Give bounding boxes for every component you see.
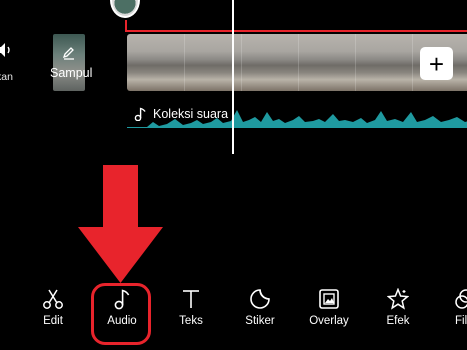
audio-track-label: Koleksi suara [153, 107, 229, 121]
plus-icon: + [428, 48, 445, 79]
overlay-icon [319, 289, 339, 309]
text-icon [183, 290, 199, 308]
tool-filter-label: Fil [455, 315, 467, 327]
cover-thumbnail[interactable] [53, 34, 85, 91]
tool-sticker[interactable]: Stiker [230, 288, 290, 327]
tool-effect-label: Efek [386, 315, 410, 327]
tool-text[interactable]: Teks [161, 288, 221, 327]
annotation-arrow [78, 165, 163, 283]
scissors-icon [43, 289, 63, 309]
star-effect-icon [387, 288, 409, 310]
tool-sticker-label: Stiker [245, 315, 275, 327]
sticker-icon [250, 289, 270, 309]
tool-audio-label: Audio [107, 315, 137, 327]
tool-overlay[interactable]: Overlay [299, 288, 359, 327]
tool-overlay-label: Overlay [309, 315, 349, 327]
cover-label: Sampul [50, 66, 93, 80]
tool-filter[interactable]: Fil [437, 288, 467, 327]
tool-edit-label: Edit [43, 315, 63, 327]
avatar [110, 0, 140, 18]
mute-audio-label[interactable]: kan [0, 71, 13, 83]
tool-edit[interactable]: Edit [23, 288, 83, 327]
filter-icon [455, 289, 467, 309]
video-clip-strip[interactable] [127, 34, 467, 91]
playhead[interactable] [232, 0, 234, 154]
tool-audio[interactable]: Audio [92, 288, 152, 327]
tool-text-label: Teks [179, 315, 203, 327]
edit-pencil-icon [62, 47, 74, 60]
speaker-icon[interactable] [0, 42, 12, 58]
add-clip-button[interactable]: + [420, 47, 453, 80]
tool-effect[interactable]: Efek [368, 288, 428, 327]
music-note-icon [134, 107, 146, 121]
selected-track-border [125, 20, 467, 32]
music-note-icon [114, 289, 130, 310]
